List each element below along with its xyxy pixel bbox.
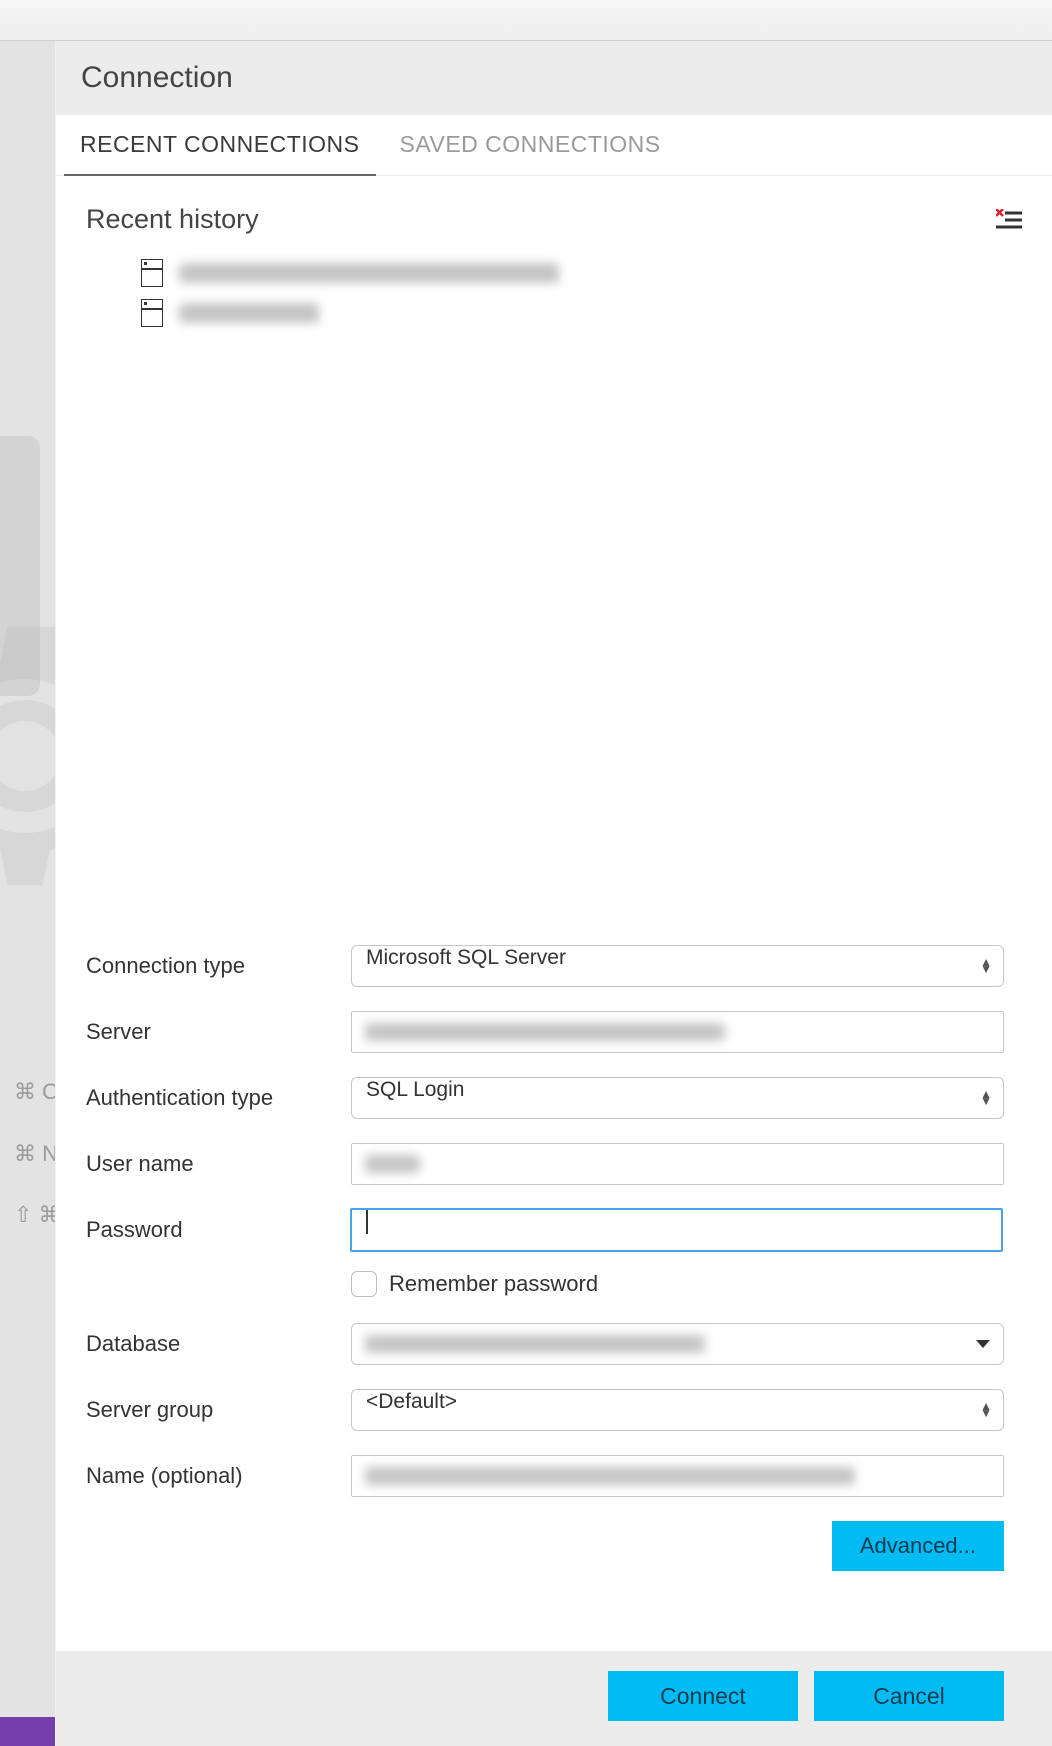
server-group-value: <Default> <box>366 1390 457 1413</box>
server-group-label: Server group <box>86 1397 351 1423</box>
authentication-type-select[interactable]: SQL Login <box>351 1077 1004 1119</box>
connection-type-label: Connection type <box>86 953 351 979</box>
server-icon <box>141 299 163 327</box>
username-label: User name <box>86 1151 351 1177</box>
dialog-tabs: RECENT CONNECTIONS SAVED CONNECTIONS <box>56 115 1052 176</box>
recent-history-heading: Recent history <box>86 204 259 235</box>
connection-type-value: Microsoft SQL Server <box>366 946 566 969</box>
dialog-title: Connection <box>56 41 1052 115</box>
checkbox-box <box>351 1271 377 1297</box>
recent-connection-label <box>179 303 319 323</box>
recent-connection-label <box>179 263 559 283</box>
authentication-type-label: Authentication type <box>86 1085 351 1111</box>
connection-form: Connection type Microsoft SQL Server ▲▼ … <box>56 925 1052 1591</box>
clear-list-icon <box>996 209 1022 231</box>
remember-password-label: Remember password <box>389 1271 598 1297</box>
redacted-value <box>365 1467 855 1485</box>
name-label: Name (optional) <box>86 1463 351 1489</box>
tab-recent-connections[interactable]: RECENT CONNECTIONS <box>64 115 376 176</box>
tab-saved-connections[interactable]: SAVED CONNECTIONS <box>384 115 677 175</box>
background-shortcut-hints: ⌘ O ⌘ N ⇧ ⌘ <box>14 1061 61 1246</box>
server-group-select[interactable]: <Default> <box>351 1389 1004 1431</box>
cancel-button[interactable]: Cancel <box>814 1671 1004 1721</box>
connection-type-select[interactable]: Microsoft SQL Server <box>351 945 1004 987</box>
advanced-button[interactable]: Advanced... <box>832 1521 1004 1571</box>
authentication-type-value: SQL Login <box>366 1078 464 1101</box>
dialog-footer: Connect Cancel <box>56 1651 1052 1746</box>
connection-dialog: Connection RECENT CONNECTIONS SAVED CONN… <box>55 41 1052 1746</box>
redacted-value <box>365 1155 420 1173</box>
redacted-value <box>365 1335 705 1353</box>
clear-history-button[interactable] <box>996 209 1022 231</box>
server-label: Server <box>86 1019 351 1045</box>
server-icon <box>141 259 163 287</box>
background-statusbar-accent <box>0 1717 55 1746</box>
recent-connection-item[interactable] <box>141 253 1022 293</box>
connect-button[interactable]: Connect <box>608 1671 798 1721</box>
window-titlebar <box>0 0 1052 41</box>
database-label: Database <box>86 1331 351 1357</box>
username-input[interactable] <box>351 1143 1004 1185</box>
remember-password-checkbox[interactable]: Remember password <box>351 1271 1004 1297</box>
text-cursor <box>366 1210 368 1234</box>
password-label: Password <box>86 1217 351 1243</box>
password-input[interactable] <box>350 1208 1003 1252</box>
recent-connection-item[interactable] <box>141 293 1022 333</box>
redacted-value <box>365 1023 725 1041</box>
